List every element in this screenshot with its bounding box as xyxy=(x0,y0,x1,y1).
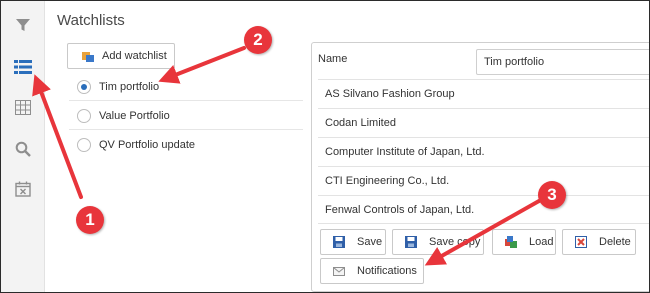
notifications-label: Notifications xyxy=(357,265,417,277)
add-watchlist-label: Add watchlist xyxy=(102,50,167,62)
annotation-marker-two: 2 xyxy=(244,26,272,54)
save-button[interactable]: Save xyxy=(320,229,386,255)
app-window: Watchlists Add watchlist Tim portfolio V… xyxy=(0,0,650,293)
page-title: Watchlists xyxy=(57,12,125,29)
sidebar-rail xyxy=(1,1,45,292)
delete-label: Delete xyxy=(599,236,631,248)
company-row[interactable]: Codan Limited xyxy=(318,108,649,137)
watchlist-label: Tim portfolio xyxy=(99,80,160,93)
radio-unselected[interactable] xyxy=(77,108,91,123)
save-copy-button[interactable]: Save copy xyxy=(392,229,484,255)
company-row[interactable]: CTI Engineering Co., Ltd. xyxy=(318,166,649,195)
radio-unselected[interactable] xyxy=(77,138,91,152)
radio-dot xyxy=(81,83,87,90)
notifications-button[interactable]: Notifications xyxy=(320,258,424,284)
calendar-x-icon[interactable] xyxy=(13,179,33,199)
save-icon xyxy=(333,236,345,248)
annotation-marker-three: 3 xyxy=(538,181,566,209)
watchlist-item-value-portfolio[interactable]: Value Portfolio xyxy=(69,102,303,130)
name-field[interactable]: Tim portfolio xyxy=(476,49,649,75)
add-watchlist-button[interactable]: Add watchlist xyxy=(67,43,175,69)
delete-icon xyxy=(575,236,587,248)
search-icon[interactable] xyxy=(13,139,33,159)
watchlist-label: Value Portfolio xyxy=(99,109,170,122)
company-row[interactable]: Computer Institute of Japan, Ltd. xyxy=(318,137,649,166)
add-watchlist-icon xyxy=(82,50,94,62)
name-label: Name xyxy=(318,53,348,65)
save-label: Save xyxy=(357,236,383,248)
watchlist-label: QV Portfolio update xyxy=(99,139,196,151)
annotation-marker-one: 1 xyxy=(76,206,104,234)
load-icon xyxy=(505,236,517,248)
save-copy-icon xyxy=(405,236,417,248)
watchlist-item-qv-portfolio-update[interactable]: QV Portfolio update xyxy=(69,131,303,159)
filter-icon[interactable] xyxy=(13,15,33,35)
delete-button[interactable]: Delete xyxy=(562,229,636,255)
radio-selected[interactable] xyxy=(77,79,91,94)
watchlist-detail-panel: Name Tim portfolio AS Silvano Fashion Gr… xyxy=(311,42,649,292)
save-copy-label: Save copy xyxy=(429,236,481,248)
envelope-icon xyxy=(333,265,345,277)
table-icon[interactable] xyxy=(13,97,33,117)
company-row[interactable]: Fenwal Controls of Japan, Ltd. xyxy=(318,195,649,224)
load-label: Load xyxy=(529,236,554,248)
watchlist-item-tim-portfolio[interactable]: Tim portfolio xyxy=(69,73,303,101)
load-button[interactable]: Load xyxy=(492,229,556,255)
company-row[interactable]: AS Silvano Fashion Group xyxy=(318,79,649,108)
list-icon[interactable] xyxy=(13,57,33,77)
